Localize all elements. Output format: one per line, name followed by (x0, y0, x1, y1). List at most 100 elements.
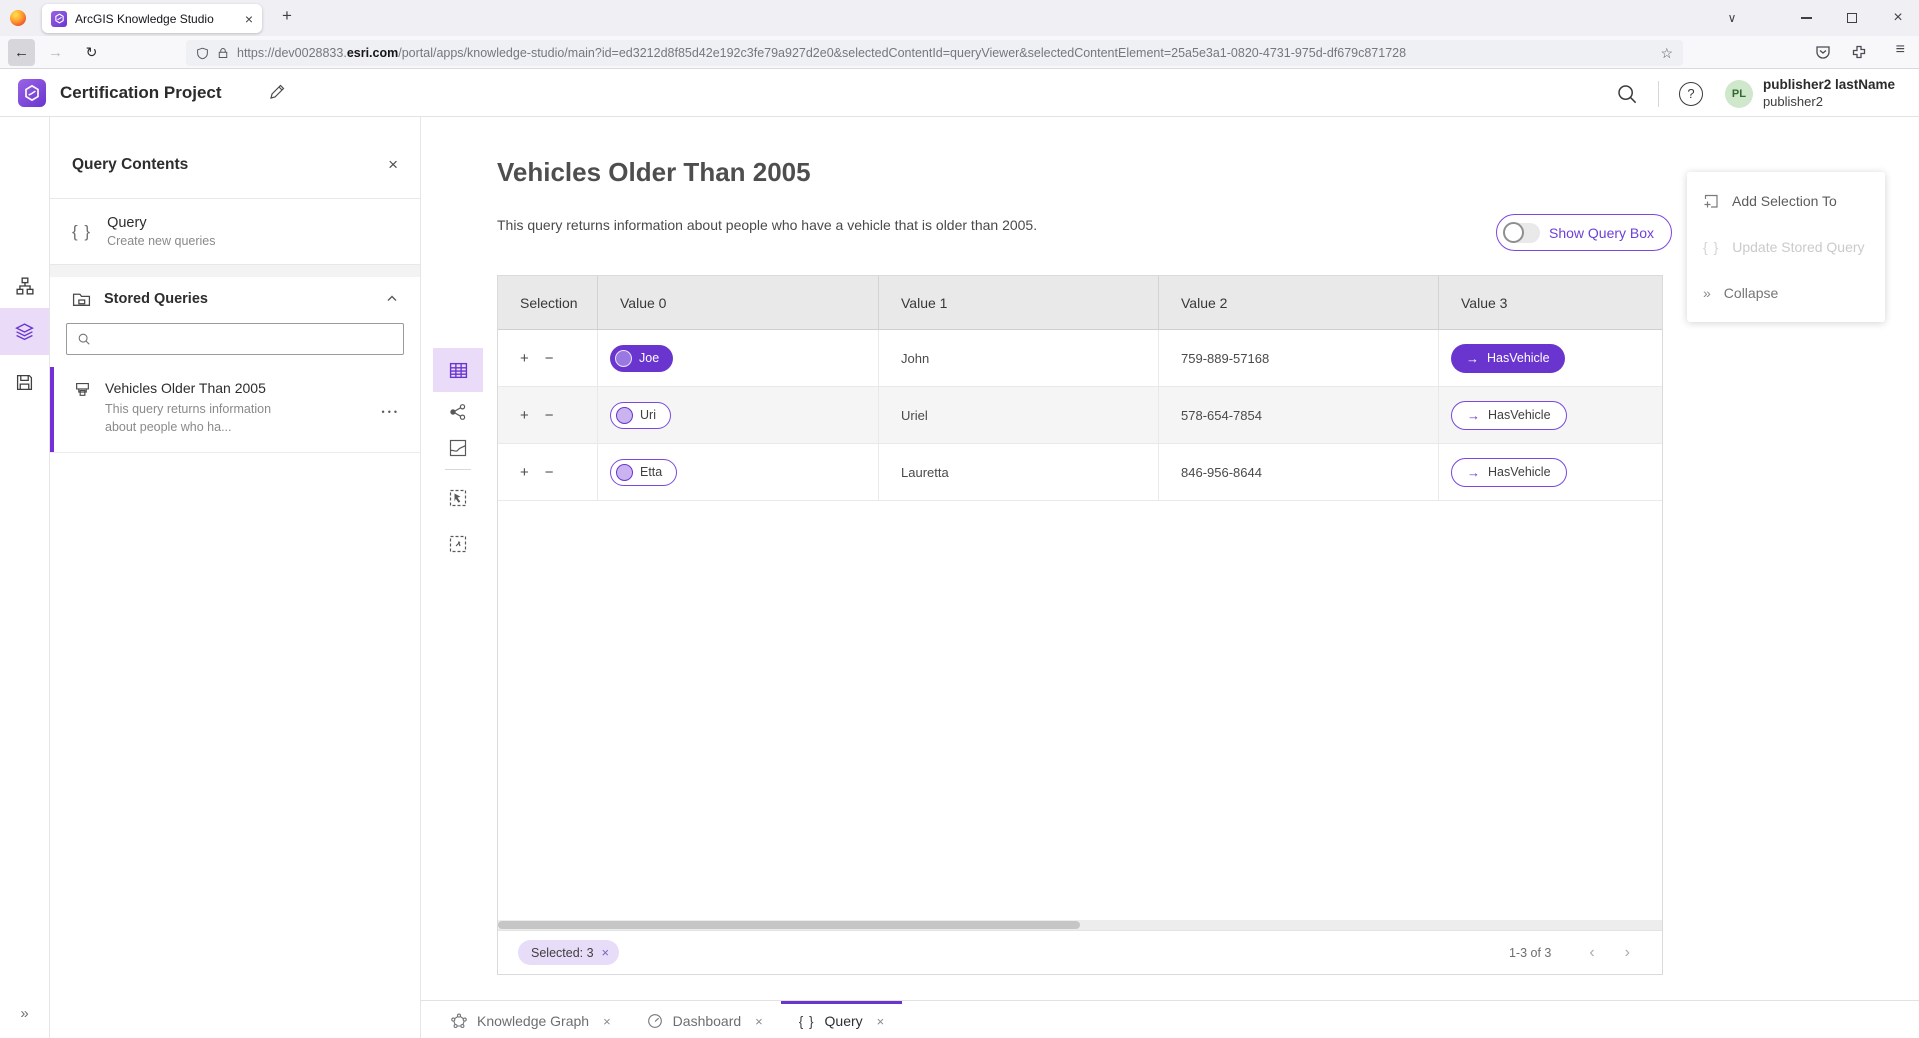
previous-page-button[interactable]: ‹ (1589, 944, 1594, 962)
show-query-box-label: Show Query Box (1549, 225, 1654, 241)
tab-close-icon[interactable]: × (245, 11, 253, 27)
close-window-button[interactable]: × (1883, 0, 1913, 36)
user-name: publisher2 lastName (1763, 77, 1895, 94)
project-title: Certification Project (60, 83, 222, 103)
entity-pill[interactable]: Etta (610, 459, 677, 486)
extensions-puzzle-icon[interactable] (1851, 44, 1867, 60)
item-options-ellipsis-icon[interactable]: ••• (382, 407, 400, 417)
dashboard-gauge-icon (647, 1013, 663, 1029)
lock-icon (217, 47, 229, 59)
data-model-icon[interactable] (0, 269, 49, 303)
add-selection-icon (1703, 193, 1719, 209)
header-divider (1658, 81, 1659, 107)
collapse-chevron-up-icon[interactable] (386, 293, 398, 305)
table-row: + − Joe John 759-889-57168 → HasVehicle (498, 330, 1662, 387)
edit-title-pencil-icon[interactable] (268, 83, 286, 101)
table-header-row: Selection Value 0 Value 1 Value 2 Value … (498, 276, 1662, 330)
tab-query[interactable]: { } Query × (781, 1001, 903, 1038)
search-icon[interactable] (1616, 83, 1638, 105)
next-page-button[interactable]: › (1625, 944, 1630, 962)
column-header: Value 1 (879, 276, 1159, 329)
avatar[interactable]: PL (1725, 80, 1753, 108)
column-header: Value 2 (1159, 276, 1439, 329)
browser-tab[interactable]: ArcGIS Knowledge Studio × (42, 4, 262, 33)
entity-pill[interactable]: Joe (610, 345, 673, 372)
stored-query-document-icon (74, 382, 91, 436)
cell-value: 578-654-7854 (1159, 387, 1439, 443)
maximize-button[interactable] (1837, 0, 1867, 36)
map-view-icon[interactable] (433, 431, 483, 465)
selected-count-label: Selected: 3 (531, 946, 594, 960)
list-tabs-icon[interactable]: ∨ (1717, 0, 1747, 36)
stored-query-description: This query returns information about peo… (105, 401, 305, 436)
tab-close-icon[interactable]: × (603, 1014, 611, 1029)
selection-context-menu: Add Selection To { } Update Stored Query… (1687, 172, 1885, 322)
relationship-pill[interactable]: → HasVehicle (1451, 401, 1567, 430)
cell-value: Lauretta (879, 444, 1159, 500)
cell-value: John (879, 330, 1159, 386)
selection-tool-icon[interactable] (433, 527, 483, 561)
hamburger-menu-icon[interactable]: ≡ (1896, 41, 1905, 59)
back-button[interactable]: ← (8, 39, 35, 66)
tab-dashboard[interactable]: Dashboard × (629, 1001, 781, 1038)
clear-selection-icon[interactable]: × (602, 945, 610, 960)
selected-count-chip[interactable]: Selected: 3 × (518, 940, 619, 965)
braces-icon: { } (799, 1014, 815, 1029)
user-info[interactable]: publisher2 lastName publisher2 (1763, 77, 1895, 110)
select-on-map-icon[interactable] (433, 481, 483, 515)
stored-query-title: Vehicles Older Than 2005 (105, 380, 305, 396)
contents-layers-icon[interactable] (0, 308, 49, 355)
query-contents-panel: Query Contents × { } Query Create new qu… (50, 117, 421, 1038)
table-view-icon[interactable] (433, 348, 483, 392)
relationship-pill[interactable]: → HasVehicle (1451, 458, 1567, 487)
stored-query-item[interactable]: Vehicles Older Than 2005 This query retu… (50, 367, 420, 453)
tab-knowledge-graph[interactable]: Knowledge Graph × (433, 1001, 629, 1038)
bottom-tab-bar: Knowledge Graph × Dashboard × { } Query … (421, 1000, 1919, 1038)
query-item-subtitle: Create new queries (107, 234, 215, 248)
pocket-icon[interactable] (1815, 44, 1831, 60)
stored-queries-title: Stored Queries (104, 291, 373, 307)
scrollbar-thumb[interactable] (498, 921, 1080, 929)
relationship-pill[interactable]: → HasVehicle (1451, 344, 1565, 373)
entity-pill[interactable]: Uri (610, 402, 671, 429)
add-to-selection-button[interactable]: + (520, 465, 529, 480)
panel-close-icon[interactable]: × (388, 155, 398, 175)
remove-from-selection-button[interactable]: − (545, 465, 554, 480)
column-header: Selection (498, 276, 598, 329)
user-username: publisher2 (1763, 94, 1895, 110)
expand-rail-icon[interactable]: » (0, 996, 49, 1030)
reload-button[interactable]: ↻ (78, 39, 105, 66)
save-icon[interactable] (0, 365, 49, 399)
bookmark-star-icon[interactable]: ☆ (1660, 45, 1673, 62)
page-description: This query returns information about peo… (497, 217, 1037, 233)
help-icon[interactable]: ? (1679, 82, 1703, 106)
menu-item-add-selection-to[interactable]: Add Selection To (1687, 178, 1885, 224)
link-chart-icon[interactable] (433, 395, 483, 429)
add-to-selection-button[interactable]: + (520, 351, 529, 366)
arrow-right-icon: → (1467, 465, 1480, 480)
column-header: Value 3 (1439, 276, 1662, 329)
tab-title: ArcGIS Knowledge Studio (75, 12, 237, 26)
new-tab-button[interactable]: + (282, 6, 292, 26)
menu-item-collapse[interactable]: » Collapse (1687, 270, 1885, 316)
horizontal-scrollbar[interactable] (498, 920, 1662, 930)
remove-from-selection-button[interactable]: − (545, 408, 554, 423)
add-to-selection-button[interactable]: + (520, 408, 529, 423)
cell-value: 846-956-8644 (1159, 444, 1439, 500)
table-row: + − Etta Lauretta 846-956-8644 → HasVehi… (498, 444, 1662, 501)
search-input[interactable] (99, 332, 393, 347)
show-query-box-toggle[interactable]: Show Query Box (1496, 214, 1672, 251)
tab-close-icon[interactable]: × (877, 1014, 885, 1029)
table-footer: Selected: 3 × 1-3 of 3 ‹ › (498, 930, 1662, 974)
remove-from-selection-button[interactable]: − (545, 351, 554, 366)
browser-titlebar: ArcGIS Knowledge Studio × + ∨ × (0, 0, 1919, 36)
forward-button[interactable]: → (42, 39, 69, 66)
cell-value: 759-889-57168 (1159, 330, 1439, 386)
url-bar[interactable]: https://dev0028833.esri.com/portal/apps/… (186, 40, 1683, 66)
braces-icon: { } (72, 222, 91, 242)
stored-queries-header[interactable]: Stored Queries (50, 277, 420, 321)
minimize-button[interactable] (1791, 0, 1821, 36)
query-item[interactable]: { } Query Create new queries (50, 199, 420, 265)
stored-queries-search[interactable] (66, 323, 404, 355)
tab-close-icon[interactable]: × (755, 1014, 763, 1029)
